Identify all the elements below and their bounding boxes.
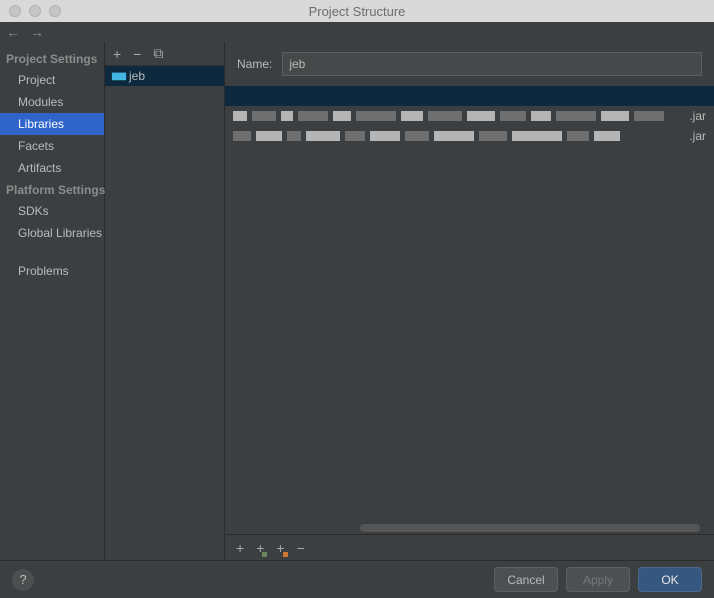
nav-back-icon[interactable]: ← [6, 24, 20, 40]
obscured-path [233, 111, 683, 121]
sidebar-item-project[interactable]: Project [0, 69, 104, 91]
nav-forward-icon[interactable]: → [30, 24, 44, 40]
library-item-jeb[interactable]: ▮▮▮▮ jeb [105, 66, 224, 86]
libraries-toolbar: + − ⧉ [105, 42, 224, 66]
library-entry-row[interactable]: .jar [225, 126, 714, 146]
sidebar: Project Settings Project Modules Librari… [0, 42, 105, 598]
remove-entry-icon[interactable]: − [297, 540, 305, 556]
add-library-icon[interactable]: + [113, 46, 121, 62]
sidebar-item-sdks[interactable]: SDKs [0, 200, 104, 222]
name-label: Name: [237, 57, 272, 71]
add-entry-icon[interactable]: + [236, 540, 244, 556]
remove-library-icon[interactable]: − [133, 46, 141, 62]
sidebar-item-global-libraries[interactable]: Global Libraries [0, 222, 104, 244]
add-entry-attach-icon[interactable]: + [256, 540, 264, 556]
window-title: Project Structure [0, 4, 714, 19]
library-name-input[interactable] [282, 52, 702, 76]
library-item-label: jeb [129, 69, 145, 83]
sidebar-item-problems[interactable]: Problems [0, 260, 104, 282]
sidebar-item-facets[interactable]: Facets [0, 135, 104, 157]
content-area: Project Settings Project Modules Librari… [0, 42, 714, 598]
copy-library-icon[interactable]: ⧉ [153, 45, 163, 62]
library-entry-row[interactable]: .jar [225, 106, 714, 126]
sidebar-item-libraries[interactable]: Libraries [0, 113, 104, 135]
library-icon: ▮▮▮▮ [111, 71, 125, 82]
libraries-column: + − ⧉ ▮▮▮▮ jeb [105, 42, 225, 598]
entries-toolbar: + + + − [226, 534, 714, 560]
details-scrollbar[interactable] [360, 524, 700, 532]
entry-ext: .jar [689, 129, 706, 143]
obscured-path [233, 131, 683, 141]
cancel-button[interactable]: Cancel [494, 567, 558, 592]
section-header-project: Project Settings [0, 48, 104, 69]
sidebar-item-modules[interactable]: Modules [0, 91, 104, 113]
name-row: Name: [225, 42, 714, 86]
details-panel: Name: .jar [225, 42, 714, 598]
library-entries-list[interactable]: .jar .jar [225, 86, 714, 598]
ok-button[interactable]: OK [638, 567, 702, 592]
add-entry-specify-icon[interactable]: + [276, 540, 284, 556]
entry-ext: .jar [689, 109, 706, 123]
library-entry-row[interactable] [225, 86, 714, 106]
nav-toolbar: ← → [0, 22, 714, 42]
help-button[interactable]: ? [12, 569, 34, 591]
section-header-platform: Platform Settings [0, 179, 104, 200]
sidebar-item-artifacts[interactable]: Artifacts [0, 157, 104, 179]
dialog-button-bar: ? Cancel Apply OK [0, 560, 714, 598]
titlebar: Project Structure [0, 0, 714, 22]
apply-button: Apply [566, 567, 630, 592]
